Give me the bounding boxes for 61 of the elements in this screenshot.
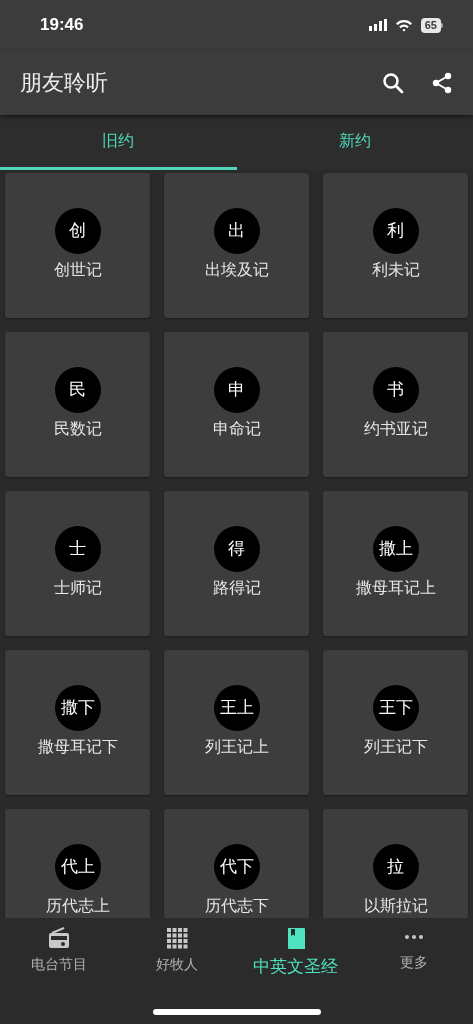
- radio-icon: [47, 926, 72, 950]
- search-icon: [382, 71, 404, 94]
- nav-tab[interactable]: 好牧人: [118, 926, 237, 975]
- book-badge: 撒下: [54, 685, 101, 731]
- book-card[interactable]: 拉 以斯拉记: [323, 809, 468, 918]
- book-name: 历代志下: [204, 896, 269, 916]
- book-badge: 代下: [213, 844, 260, 890]
- book-card[interactable]: 书 约书亚记: [323, 332, 468, 477]
- book-name: 出埃及记: [204, 260, 269, 280]
- more-icon: [404, 935, 423, 939]
- book-badge: 民: [54, 367, 101, 413]
- book-card[interactable]: 撒上 撒母耳记上: [323, 491, 468, 636]
- book-badge: 书: [372, 367, 419, 413]
- book-name: 利未记: [371, 260, 420, 280]
- book-card[interactable]: 代下 历代志下: [164, 809, 309, 918]
- grid-icon: [165, 926, 190, 950]
- share-icon: [430, 70, 454, 95]
- book-badge: 士: [54, 526, 101, 572]
- app-title: 朋友聆听: [20, 69, 109, 97]
- book-badge: 申: [213, 367, 260, 413]
- book-name: 约书亚记: [363, 419, 428, 439]
- book-badge: 出: [213, 208, 260, 254]
- book-name: 路得记: [212, 578, 261, 598]
- book-card[interactable]: 出 出埃及记: [164, 173, 309, 318]
- battery-icon: 65: [420, 17, 443, 33]
- nav-tab[interactable]: 中英文圣经: [236, 926, 355, 980]
- nav-tab[interactable]: 更多: [354, 926, 473, 973]
- book-card[interactable]: 民 民数记: [5, 332, 150, 477]
- nav-tab[interactable]: 电台节目: [0, 926, 119, 975]
- book-name: 撒母耳记下: [37, 737, 118, 757]
- book-badge: 王下: [372, 685, 419, 731]
- book-name: 创世记: [53, 260, 102, 280]
- book-card[interactable]: 王上 列王记上: [164, 650, 309, 795]
- book-badge: 拉: [372, 844, 419, 890]
- book-name: 申命记: [212, 419, 261, 439]
- book-card[interactable]: 撒下 撒母耳记下: [5, 650, 150, 795]
- signal-icon: [368, 19, 387, 31]
- book-name: 列王记上: [204, 737, 269, 757]
- book-card[interactable]: 士 士师记: [5, 491, 150, 636]
- book-badge: 得: [213, 526, 260, 572]
- book-badge: 撒上: [372, 526, 419, 572]
- book-name: 民数记: [53, 419, 102, 439]
- book-name: 士师记: [53, 578, 102, 598]
- tab[interactable]: 旧约: [0, 115, 237, 170]
- book-name: 以斯拉记: [363, 896, 428, 916]
- book-card[interactable]: 利 利未记: [323, 173, 468, 318]
- book-name: 历代志上: [45, 896, 110, 916]
- book-name: 列王记下: [363, 737, 428, 757]
- tab[interactable]: 新约: [236, 115, 473, 170]
- status-time: 19:46: [40, 14, 84, 37]
- book-card[interactable]: 创 创世记: [5, 173, 150, 318]
- book-badge: 代上: [54, 844, 101, 890]
- book-card[interactable]: 得 路得记: [164, 491, 309, 636]
- book-card[interactable]: 申 申命记: [164, 332, 309, 477]
- book-card[interactable]: 代上 历代志上: [5, 809, 150, 918]
- book-badge: 利: [372, 208, 419, 254]
- book-name: 撒母耳记上: [355, 578, 436, 598]
- wifi-icon: [394, 18, 413, 32]
- book-card[interactable]: 王下 列王记下: [323, 650, 468, 795]
- book-badge: 创: [54, 208, 101, 254]
- book-badge: 王上: [213, 685, 260, 731]
